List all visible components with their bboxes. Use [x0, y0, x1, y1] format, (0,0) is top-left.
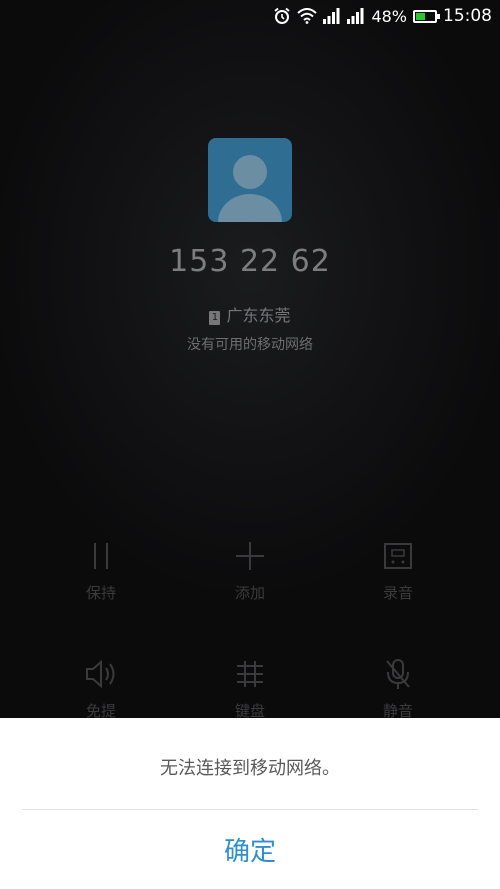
speaker-button[interactable]: 免提 [51, 654, 151, 721]
caller-location: 1 广东东莞 [0, 302, 500, 326]
caller-number: 153 22 62 [169, 244, 331, 279]
pause-icon [51, 536, 151, 576]
add-call-button[interactable]: 添加 [200, 536, 300, 603]
alarm-icon [273, 7, 291, 25]
keypad-icon [200, 654, 300, 694]
sim-slot-badge: 1 [209, 311, 221, 325]
signal-icon [323, 8, 341, 24]
record-label: 录音 [382, 584, 413, 602]
add-call-label: 添加 [234, 584, 265, 602]
speaker-icon [51, 654, 151, 694]
contact-avatar-icon [208, 138, 292, 222]
plus-icon [200, 536, 300, 576]
dialog-message: 无法连接到移动网络。 [160, 758, 340, 779]
hold-button[interactable]: 保持 [51, 536, 151, 603]
keypad-button[interactable]: 键盘 [200, 654, 300, 721]
battery-level [416, 12, 425, 20]
status-bar: 48% 15:08 [0, 0, 500, 32]
battery-icon [413, 9, 440, 23]
confirm-button[interactable]: 确定 [0, 810, 500, 889]
call-status: 没有可用的移动网络 [187, 337, 313, 353]
mute-icon [348, 654, 448, 694]
network-error-dialog: 无法连接到移动网络。 确定 [0, 718, 500, 889]
hold-label: 保持 [85, 584, 116, 602]
status-time: 15:08 [443, 6, 492, 26]
mute-button[interactable]: 静音 [348, 654, 448, 721]
record-icon [348, 536, 448, 576]
signal-icon [347, 8, 365, 24]
battery-percent: 48% [371, 6, 407, 26]
wifi-icon [297, 8, 318, 24]
caller-location-text: 广东东莞 [226, 306, 291, 325]
record-button[interactable]: 录音 [348, 536, 448, 603]
in-call-screen: 48% 15:08 153 22 62 1 广东东莞 没有可用的移动网络 保持 添… [0, 0, 500, 889]
